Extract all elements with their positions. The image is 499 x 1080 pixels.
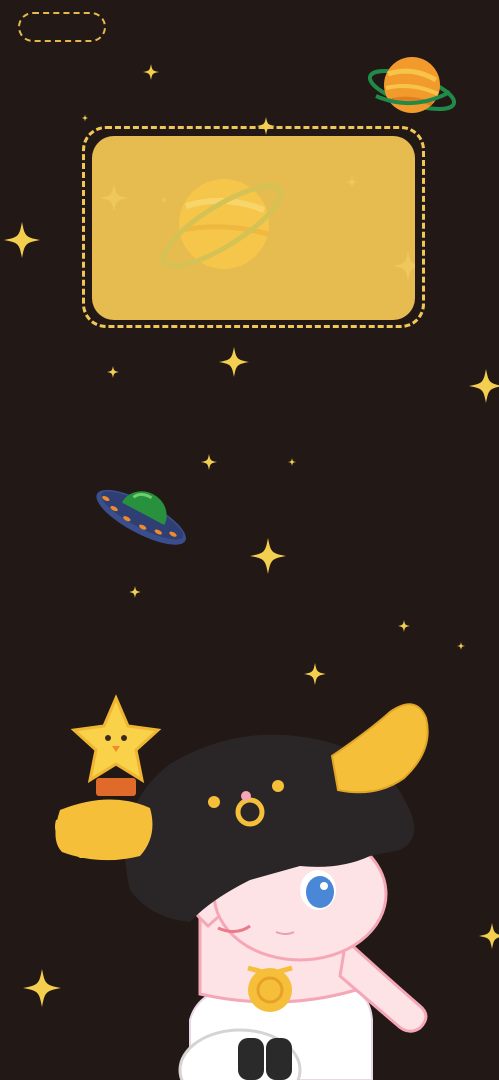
sparkle-star-icon (219, 347, 249, 377)
sparkle-star-icon (469, 369, 499, 403)
sparkle-star-icon (4, 222, 41, 258)
saturn-planet-icon (100, 176, 415, 281)
sparkle-star-icon (107, 366, 119, 378)
sparkle-star-icon (250, 538, 286, 574)
sparkle-star-icon (304, 663, 326, 685)
sparkle-star-icon (81, 114, 89, 122)
sparkle-star-icon (457, 642, 465, 650)
sparkle-star-icon (143, 64, 159, 80)
taurus-character-illustration (55, 694, 429, 1080)
widget-card[interactable] (92, 136, 415, 320)
sparkle-star-icon (201, 454, 217, 470)
ufo-icon (96, 489, 186, 545)
sparkle-star-icon (129, 586, 141, 598)
orange-ringed-planet-icon (367, 57, 457, 113)
sparkle-star-icon (398, 620, 410, 632)
sparkle-star-icon (288, 458, 296, 466)
top-left-dashed-slot[interactable] (18, 12, 106, 42)
